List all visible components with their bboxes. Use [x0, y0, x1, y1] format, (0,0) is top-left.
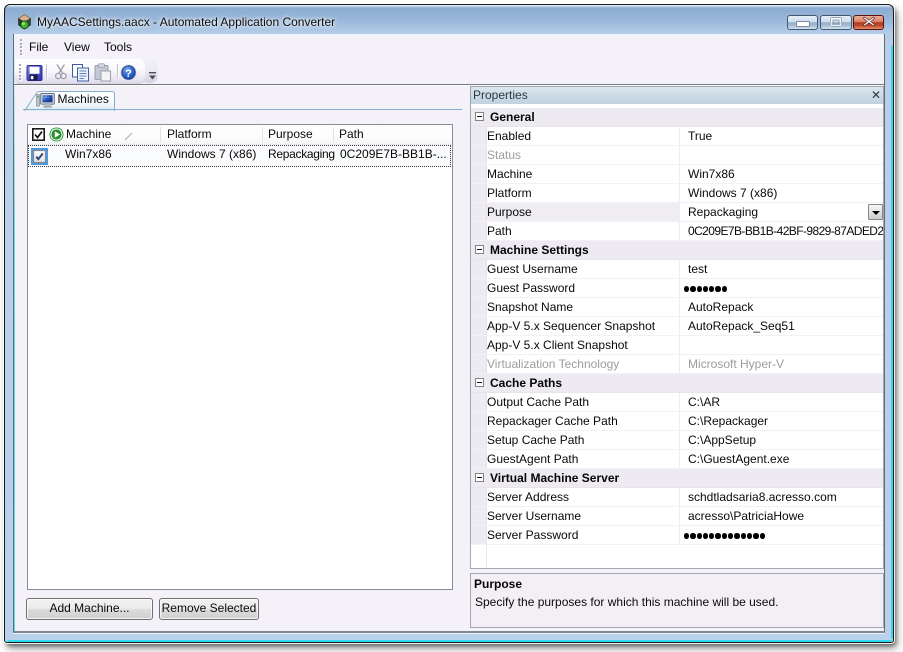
svg-text:?: ? [125, 68, 132, 80]
